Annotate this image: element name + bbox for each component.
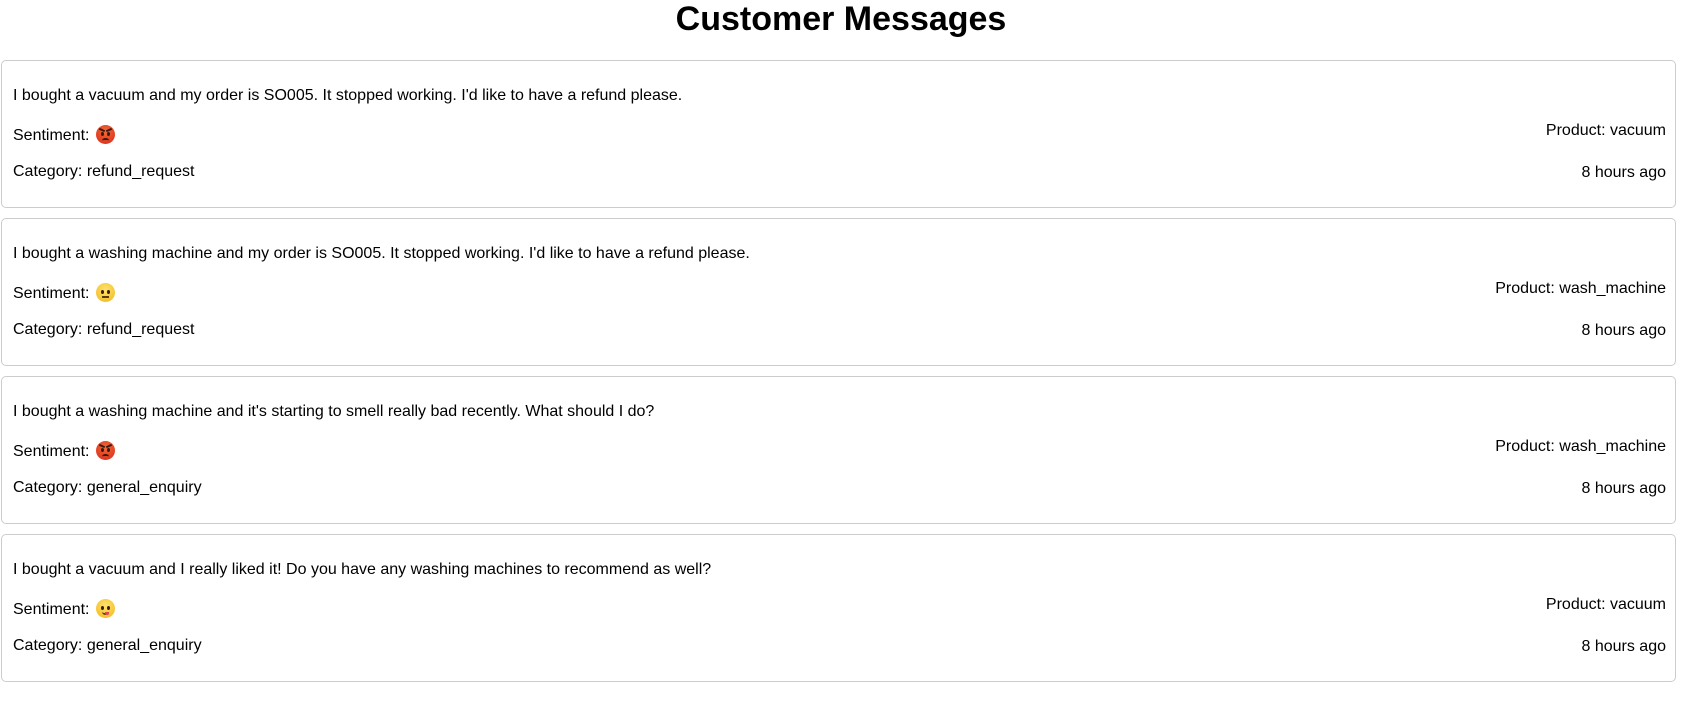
- page-title: Customer Messages: [675, 0, 1007, 38]
- product-label: Product:: [1545, 122, 1606, 139]
- product-value: wash_machine: [1559, 438, 1666, 455]
- product-value: wash_machine: [1559, 280, 1666, 297]
- message-card: I bought a vacuum and I really liked it!…: [1, 534, 1676, 682]
- sentiment-label: Sentiment:: [13, 285, 90, 302]
- angry-face-icon: [95, 441, 115, 460]
- category-label: Category:: [13, 637, 83, 654]
- sentiment-label: Sentiment:: [13, 443, 90, 460]
- message-text: I bought a washing machine and it's star…: [13, 403, 655, 420]
- product-value: vacuum: [1609, 596, 1666, 613]
- product-row: Product: wash_machine: [1495, 438, 1666, 456]
- product-label: Product:: [1495, 280, 1555, 297]
- category-value: general_enquiry: [86, 479, 202, 496]
- neutral-face-icon: [95, 283, 115, 302]
- message-text: I bought a washing machine and my order …: [13, 245, 750, 262]
- product-label: Product:: [1495, 438, 1555, 455]
- category-row: Category: refund_request: [13, 163, 194, 181]
- message-time: 8 hours ago: [1581, 638, 1666, 655]
- message-time: 8 hours ago: [1581, 164, 1666, 181]
- category-value: refund_request: [86, 163, 195, 180]
- category-label: Category:: [13, 163, 83, 180]
- angry-face-icon: [95, 125, 115, 144]
- product-row: Product: wash_machine: [1495, 280, 1666, 298]
- category-label: Category:: [13, 321, 83, 338]
- happy-face-icon: [95, 599, 115, 618]
- message-time: 8 hours ago: [1581, 480, 1666, 497]
- sentiment-row: Sentiment:: [13, 599, 115, 621]
- message-list: I bought a vacuum and my order is SO005.…: [1, 60, 1676, 692]
- product-label: Product:: [1545, 596, 1606, 613]
- message-text: I bought a vacuum and my order is SO005.…: [13, 87, 683, 104]
- sentiment-row: Sentiment:: [13, 125, 115, 147]
- category-value: refund_request: [86, 321, 195, 338]
- product-value: vacuum: [1609, 122, 1666, 139]
- category-label: Category:: [13, 479, 83, 496]
- message-text: I bought a vacuum and I really liked it!…: [13, 561, 712, 578]
- message-card: I bought a washing machine and my order …: [1, 218, 1676, 366]
- category-value: general_enquiry: [86, 637, 202, 654]
- category-row: Category: refund_request: [13, 321, 194, 339]
- message-card: I bought a vacuum and my order is SO005.…: [1, 60, 1676, 208]
- sentiment-label: Sentiment:: [13, 127, 90, 144]
- message-time: 8 hours ago: [1581, 322, 1666, 339]
- category-row: Category: general_enquiry: [13, 637, 202, 655]
- sentiment-row: Sentiment:: [13, 441, 115, 463]
- product-row: Product: vacuum: [1546, 596, 1666, 614]
- product-row: Product: vacuum: [1546, 122, 1666, 140]
- sentiment-label: Sentiment:: [13, 601, 90, 618]
- category-row: Category: general_enquiry: [13, 479, 202, 497]
- message-card: I bought a washing machine and it's star…: [1, 376, 1676, 524]
- sentiment-row: Sentiment:: [13, 283, 115, 305]
